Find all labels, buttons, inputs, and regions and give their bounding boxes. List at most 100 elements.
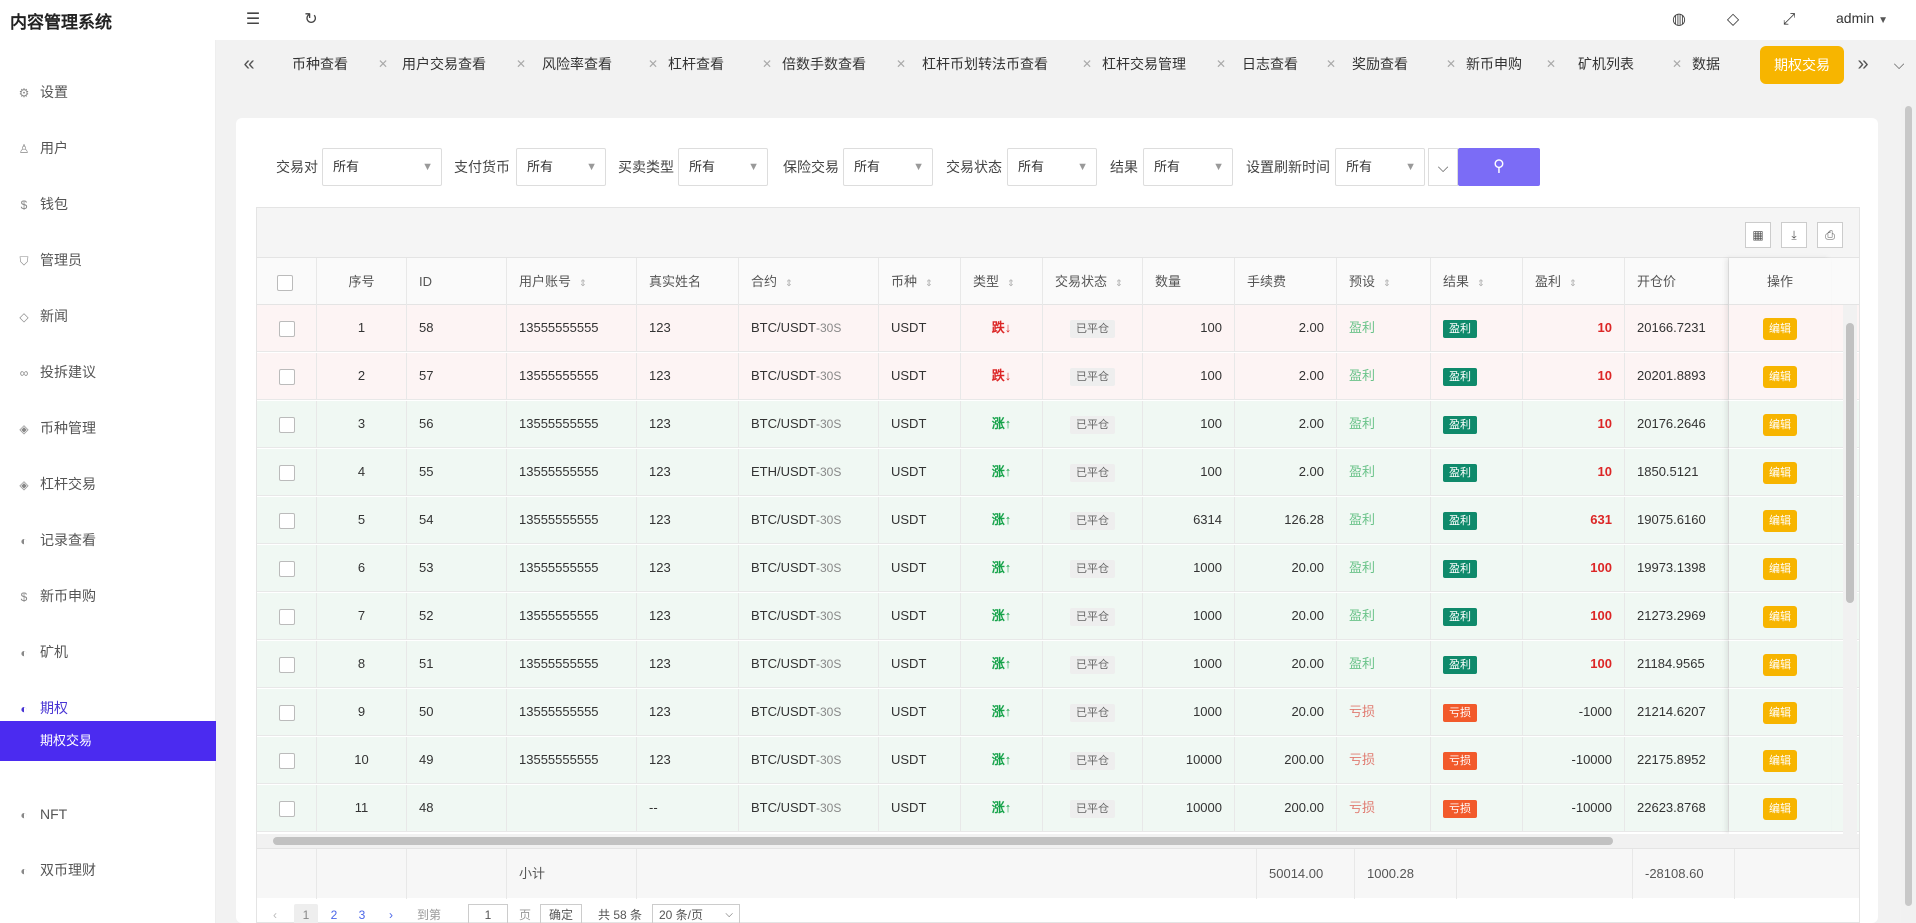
page-2[interactable]: 2 xyxy=(326,904,342,923)
expand-filters-button[interactable]: ⌵ xyxy=(1428,148,1458,186)
row-checkbox[interactable] xyxy=(278,368,295,385)
column-header-2[interactable]: 用户账号 ⇕ xyxy=(507,258,637,305)
column-header-6[interactable]: 类型 ⇕ xyxy=(961,258,1043,305)
filter-select-5[interactable]: 所有 ▼ xyxy=(1143,148,1233,186)
row-checkbox[interactable] xyxy=(278,800,295,817)
close-icon[interactable]: ✕ xyxy=(1446,50,1456,78)
tab-4[interactable]: 倍数手数查看 ✕ xyxy=(782,50,906,78)
sort-icon[interactable]: ⇕ xyxy=(1477,278,1485,288)
user-menu[interactable]: admin ▼ xyxy=(1836,10,1888,26)
page-3[interactable]: 3 xyxy=(354,904,370,923)
page-scrollbar[interactable] xyxy=(1901,100,1916,923)
column-header-4[interactable]: 合约 ⇕ xyxy=(739,258,879,305)
refresh-icon[interactable]: ↻ xyxy=(300,10,322,30)
edit-button[interactable]: 编辑 xyxy=(1763,318,1797,340)
filter-select-1[interactable]: 所有 ▼ xyxy=(516,148,606,186)
row-checkbox[interactable] xyxy=(278,320,295,337)
row-checkbox[interactable] xyxy=(278,464,295,481)
sort-icon[interactable]: ⇕ xyxy=(579,278,587,288)
print-icon[interactable]: ⎙ xyxy=(1817,222,1843,248)
row-checkbox[interactable] xyxy=(278,608,295,625)
table-row[interactable]: 2 57 13555555555 123 BTC/USDT-30S USDT 跌↓ 已平仓 10… xyxy=(257,353,1859,400)
sidebar-item-5[interactable]: ∞ 投拆建议 xyxy=(0,352,216,392)
table-row[interactable]: 10 49 13555555555 123 BTC/USDT-30S USDT 涨↑ 已平仓 1… xyxy=(257,737,1859,784)
table-row[interactable]: 11 48 -- BTC/USDT-30S USDT 涨↑ 已平仓 10000 200.00 亏损… xyxy=(257,785,1859,832)
table-row[interactable]: 1 58 13555555555 123 BTC/USDT-30S USDT 跌↓ 已平仓 10… xyxy=(257,305,1859,352)
sidebar-item-12[interactable]: ◐ NFT xyxy=(0,794,216,834)
edit-button[interactable]: 编辑 xyxy=(1763,510,1797,532)
tab-menu-chevron-icon[interactable]: ⌵ xyxy=(1886,50,1912,78)
menu-collapse-icon[interactable]: ☰ xyxy=(242,10,264,30)
theme-palette-icon[interactable]: ◍ xyxy=(1668,10,1690,30)
tab-1[interactable]: 用户交易查看 ✕ xyxy=(402,50,526,78)
tab-3[interactable]: 杠杆查看 ✕ xyxy=(668,50,772,78)
sidebar-item-6[interactable]: ◈ 币种管理 xyxy=(0,408,216,448)
filter-select-6[interactable]: 所有 ▼ xyxy=(1335,148,1425,186)
edit-button[interactable]: 编辑 xyxy=(1763,654,1797,676)
close-icon[interactable]: ✕ xyxy=(1216,50,1226,78)
table-row[interactable]: 3 56 13555555555 123 BTC/USDT-30S USDT 涨↑ 已平仓 10… xyxy=(257,401,1859,448)
edit-button[interactable]: 编辑 xyxy=(1763,414,1797,436)
next-page-icon[interactable]: › xyxy=(384,904,398,923)
sort-icon[interactable]: ⇕ xyxy=(785,278,793,288)
edit-button[interactable]: 编辑 xyxy=(1763,558,1797,580)
goto-page-input[interactable]: 1 xyxy=(468,904,508,923)
close-icon[interactable]: ✕ xyxy=(1672,50,1682,78)
tab-5[interactable]: 杠杆币划转法币查看 ✕ xyxy=(922,50,1092,78)
fullscreen-icon[interactable]: ⤢ xyxy=(1778,10,1800,30)
close-icon[interactable]: ✕ xyxy=(1082,50,1092,78)
edit-button[interactable]: 编辑 xyxy=(1763,606,1797,628)
table-row[interactable]: 9 50 13555555555 123 BTC/USDT-30S USDT 涨↑ 已平仓 10… xyxy=(257,689,1859,736)
table-row[interactable]: 8 51 13555555555 123 BTC/USDT-30S USDT 涨↑ 已平仓 10… xyxy=(257,641,1859,688)
search-button[interactable]: ⚲ xyxy=(1458,148,1540,186)
sidebar-item-4[interactable]: ◇ 新闻 xyxy=(0,296,216,336)
export-icon[interactable]: ⤓ xyxy=(1781,222,1807,248)
select-all-checkbox[interactable] xyxy=(277,274,293,291)
close-icon[interactable]: ✕ xyxy=(648,50,658,78)
sort-icon[interactable]: ⇕ xyxy=(925,278,933,288)
sort-icon[interactable]: ⇕ xyxy=(1383,278,1391,288)
table-horizontal-scrollbar[interactable] xyxy=(257,834,1859,848)
sidebar-item-8[interactable]: ◐ 记录查看 xyxy=(0,520,216,560)
sort-icon[interactable]: ⇕ xyxy=(1569,278,1577,288)
row-checkbox[interactable] xyxy=(278,656,295,673)
edit-button[interactable]: 编辑 xyxy=(1763,750,1797,772)
column-header-5[interactable]: 币种 ⇕ xyxy=(879,258,961,305)
tab-scroll-left-icon[interactable]: « xyxy=(236,50,262,78)
tab-7[interactable]: 日志查看 ✕ xyxy=(1242,50,1336,78)
close-icon[interactable]: ✕ xyxy=(1326,50,1336,78)
tab-12[interactable]: 期权交易 xyxy=(1760,46,1844,84)
column-header-7[interactable]: 交易状态 ⇕ xyxy=(1043,258,1143,305)
filter-select-3[interactable]: 所有 ▼ xyxy=(843,148,933,186)
table-vertical-scrollbar[interactable] xyxy=(1843,305,1857,835)
sidebar-subitem-options-trading[interactable]: 期权交易 xyxy=(0,721,216,761)
row-checkbox[interactable] xyxy=(278,512,295,529)
close-icon[interactable]: ✕ xyxy=(896,50,906,78)
close-icon[interactable]: ✕ xyxy=(516,50,526,78)
close-icon[interactable]: ✕ xyxy=(1546,50,1556,78)
tab-0[interactable]: 币种查看 ✕ xyxy=(292,50,388,78)
tab-11[interactable]: 数据 xyxy=(1692,50,1720,78)
sidebar-item-2[interactable]: $ 钱包 xyxy=(0,184,216,224)
tab-9[interactable]: 新币申购 ✕ xyxy=(1466,50,1556,78)
tag-icon[interactable]: ◇ xyxy=(1722,10,1744,30)
goto-confirm-button[interactable]: 确定 xyxy=(540,904,583,923)
table-row[interactable]: 7 52 13555555555 123 BTC/USDT-30S USDT 涨↑ 已平仓 10… xyxy=(257,593,1859,640)
column-header-12[interactable]: 盈利 ⇕ xyxy=(1523,258,1625,305)
sidebar-item-0[interactable]: ⚙ 设置 xyxy=(0,72,216,112)
close-icon[interactable]: ✕ xyxy=(762,50,772,78)
filter-select-4[interactable]: 所有 ▼ xyxy=(1007,148,1097,186)
tab-8[interactable]: 奖励查看 ✕ xyxy=(1352,50,1456,78)
columns-icon[interactable]: ▦ xyxy=(1745,222,1771,248)
sidebar-item-3[interactable]: ⛉ 管理员 xyxy=(0,240,216,280)
close-icon[interactable]: ✕ xyxy=(378,50,388,78)
sort-icon[interactable]: ⇕ xyxy=(1007,278,1015,288)
table-row[interactable]: 6 53 13555555555 123 BTC/USDT-30S USDT 涨↑ 已平仓 10… xyxy=(257,545,1859,592)
tab-6[interactable]: 杠杆交易管理 ✕ xyxy=(1102,50,1226,78)
row-checkbox[interactable] xyxy=(278,560,295,577)
sort-icon[interactable]: ⇕ xyxy=(1115,278,1123,288)
row-checkbox[interactable] xyxy=(278,752,295,769)
column-header-10[interactable]: 预设 ⇕ xyxy=(1337,258,1431,305)
column-header-11[interactable]: 结果 ⇕ xyxy=(1431,258,1523,305)
sidebar-item-10[interactable]: ◐ 矿机 xyxy=(0,632,216,672)
